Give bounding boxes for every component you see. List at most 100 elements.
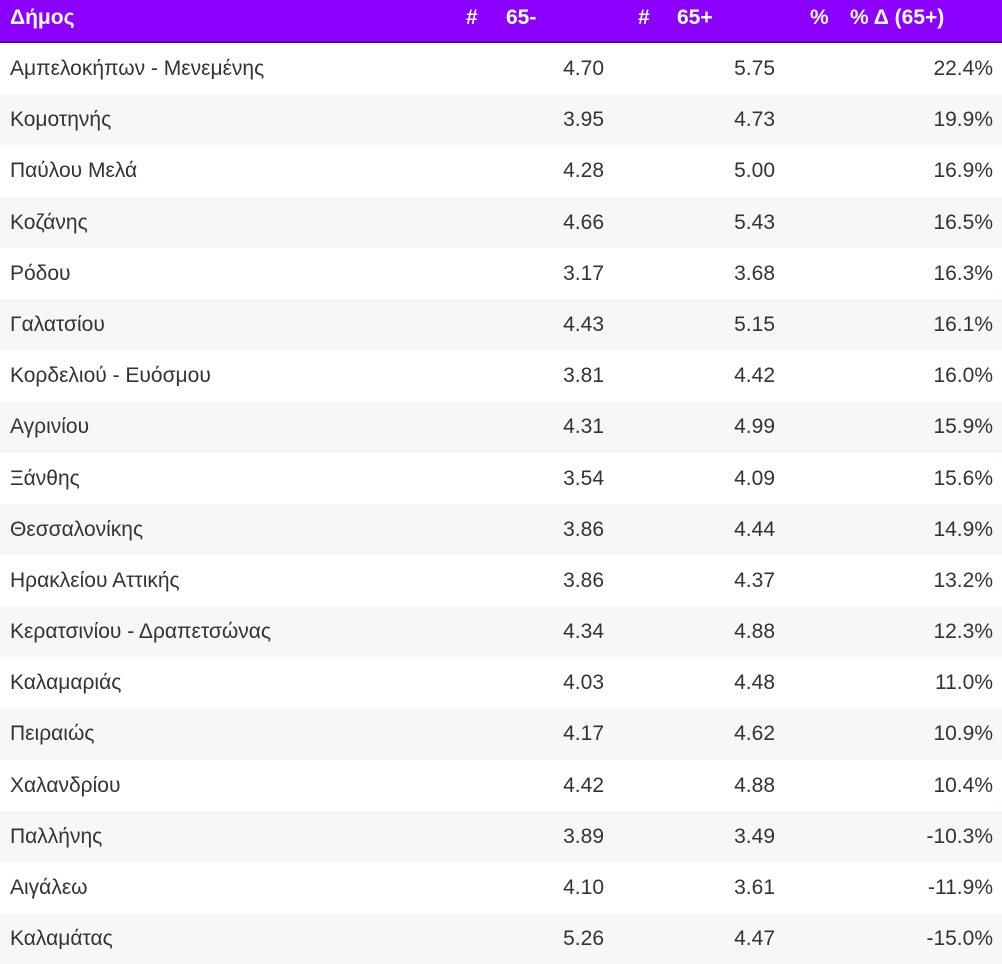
cell-65-minus: 4.03: [563, 671, 604, 695]
cell-municipality: Θεσσαλονίκης: [10, 517, 144, 541]
table-row: Κομοτηνής 3.95 4.73 19.9%: [0, 94, 1002, 146]
cell-municipality: Πειραιώς: [10, 722, 95, 746]
cell-65-plus: 4.48: [734, 671, 775, 695]
table-header: Δήμος # 65- # 65+ % % Δ (65+): [0, 0, 1002, 43]
cell-65-plus: 4.44: [734, 517, 775, 541]
cell-65-plus: 5.43: [734, 210, 775, 234]
table-row: Καλαμάτας 5.26 4.47 -15.0%: [0, 913, 1002, 964]
table-row: Κοζάνης 4.66 5.43 16.5%: [0, 196, 1002, 248]
cell-change-65-plus: 10.4%: [933, 773, 993, 797]
cell-65-plus: 4.99: [734, 415, 775, 439]
cell-65-plus: 4.09: [734, 466, 775, 490]
cell-change-65-plus: 19.9%: [933, 108, 993, 132]
cell-65-plus: 5.75: [734, 57, 775, 80]
data-table: Δήμος # 65- # 65+ % % Δ (65+) Αμπελοκήπω…: [0, 0, 1002, 964]
cell-change-65-plus: 16.0%: [933, 364, 993, 388]
cell-municipality: Ρόδου: [10, 261, 71, 285]
cell-65-minus: 4.70: [563, 57, 604, 80]
header-prefix-65-minus: #: [466, 6, 478, 29]
cell-municipality: Αιγάλεω: [10, 876, 88, 899]
table-row: Αγρινίου 4.31 4.99 15.9%: [0, 401, 1002, 453]
cell-municipality: Γαλατσίου: [10, 312, 105, 336]
cell-65-minus: 5.26: [563, 927, 604, 951]
cell-65-plus: 4.88: [734, 620, 775, 644]
cell-municipality: Ξάνθης: [10, 466, 80, 490]
header-prefix-65-plus: #: [638, 6, 650, 29]
cell-municipality: Αμπελοκήπων - Μενεμένης: [10, 57, 265, 80]
cell-change-65-plus: 16.3%: [933, 261, 993, 285]
cell-65-plus: 4.73: [734, 108, 775, 132]
cell-change-65-plus: 16.1%: [933, 312, 993, 336]
cell-municipality: Χαλανδρίου: [10, 773, 121, 797]
table-row: Κερατσινίου - Δραπετσώνας 4.34 4.88 12.3%: [0, 606, 1002, 658]
cell-65-plus: 4.42: [734, 364, 775, 388]
table-row: Ξάνθης 3.54 4.09 15.6%: [0, 452, 1002, 504]
cell-65-minus: 3.54: [563, 466, 604, 490]
cell-65-plus: 5.15: [734, 312, 775, 336]
cell-65-minus: 3.86: [563, 517, 604, 541]
header-65-plus[interactable]: 65+: [677, 5, 713, 31]
table-row: Κορδελιού - Ευόσμου 3.81 4.42 16.0%: [0, 350, 1002, 402]
cell-municipality: Καλαμαριάς: [10, 671, 122, 695]
header-65-minus[interactable]: 65-: [506, 5, 536, 31]
cell-65-minus: 4.34: [563, 620, 604, 644]
cell-65-plus: 4.62: [734, 722, 775, 746]
cell-change-65-plus: -11.9%: [928, 876, 993, 899]
cell-change-65-plus: 22.4%: [933, 57, 993, 80]
table-row: Καλαμαριάς 4.03 4.48 11.0%: [0, 657, 1002, 709]
table-row: Ρόδου 3.17 3.68 16.3%: [0, 247, 1002, 299]
cell-65-minus: 3.17: [563, 261, 604, 285]
table-body: Αμπελοκήπων - Μενεμένης 4.70 5.75 22.4% Κομο…: [0, 43, 1002, 964]
cell-65-minus: 4.10: [563, 876, 604, 899]
table-row: Παλλήνης 3.89 3.49 -10.3%: [0, 810, 1002, 862]
cell-65-minus: 3.95: [563, 108, 604, 132]
cell-municipality: Καλαμάτας: [10, 927, 113, 951]
cell-change-65-plus: 12.3%: [933, 620, 993, 644]
header-change-65-plus[interactable]: % Δ (65+): [850, 5, 944, 31]
cell-change-65-plus: 14.9%: [933, 517, 993, 541]
cell-65-minus: 4.66: [563, 210, 604, 234]
table-row: Αιγάλεω 4.10 3.61 -11.9%: [0, 862, 1002, 914]
cell-65-plus: 4.47: [734, 927, 775, 951]
cell-65-minus: 3.89: [563, 824, 604, 848]
cell-65-plus: 3.61: [734, 876, 775, 899]
cell-municipality: Παλλήνης: [10, 824, 103, 848]
table-row: Πειραιώς 4.17 4.62 10.9%: [0, 708, 1002, 760]
table-row: Χαλανδρίου 4.42 4.88 10.4%: [0, 759, 1002, 811]
table-row: Ηρακλείου Αττικής 3.86 4.37 13.2%: [0, 554, 1002, 607]
cell-change-65-plus: 15.6%: [933, 466, 993, 490]
cell-change-65-plus: 11.0%: [935, 671, 993, 695]
header-prefix-change: %: [810, 6, 829, 29]
cell-municipality: Κερατσινίου - Δραπετσώνας: [10, 620, 271, 644]
table-row: Γαλατσίου 4.43 5.15 16.1%: [0, 298, 1002, 351]
cell-municipality: Κορδελιού - Ευόσμου: [10, 364, 211, 388]
cell-65-plus: 3.49: [734, 824, 775, 848]
cell-change-65-plus: -10.3%: [926, 824, 993, 848]
cell-65-minus: 4.28: [563, 159, 604, 183]
cell-65-plus: 3.68: [734, 261, 775, 285]
header-municipality[interactable]: Δήμος: [10, 5, 75, 31]
cell-change-65-plus: 16.5%: [933, 210, 993, 234]
cell-65-plus: 4.37: [734, 568, 775, 592]
cell-65-minus: 4.42: [563, 773, 604, 797]
cell-change-65-plus: -15.0%: [926, 927, 993, 951]
cell-municipality: Κομοτηνής: [10, 108, 112, 132]
cell-change-65-plus: 13.2%: [933, 568, 993, 592]
cell-municipality: Κοζάνης: [10, 210, 88, 234]
cell-65-minus: 4.43: [563, 312, 604, 336]
table-row: Αμπελοκήπων - Μενεμένης 4.70 5.75 22.4%: [0, 43, 1002, 95]
table-row: Παύλου Μελά 4.28 5.00 16.9%: [0, 145, 1002, 197]
cell-municipality: Παύλου Μελά: [10, 159, 138, 183]
cell-65-plus: 5.00: [734, 159, 775, 183]
cell-change-65-plus: 10.9%: [933, 722, 993, 746]
cell-change-65-plus: 15.9%: [933, 415, 993, 439]
cell-change-65-plus: 16.9%: [933, 159, 993, 183]
cell-65-plus: 4.88: [734, 773, 775, 797]
table-row: Θεσσαλονίκης 3.86 4.44 14.9%: [0, 503, 1002, 555]
cell-municipality: Αγρινίου: [10, 415, 90, 439]
cell-65-minus: 3.86: [563, 568, 604, 592]
cell-65-minus: 4.31: [563, 415, 604, 439]
cell-municipality: Ηρακλείου Αττικής: [10, 568, 180, 592]
cell-65-minus: 4.17: [563, 722, 604, 746]
cell-65-minus: 3.81: [563, 364, 604, 388]
